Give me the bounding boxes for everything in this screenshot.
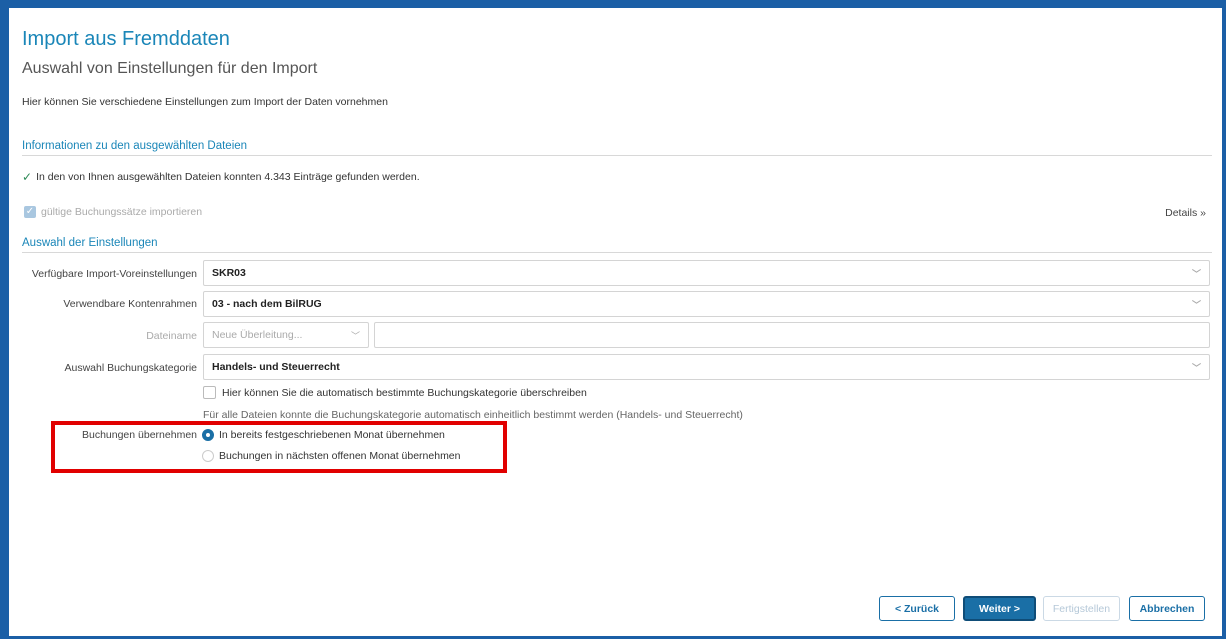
filename-input[interactable] — [374, 322, 1210, 348]
filename-value: Neue Überleitung... — [212, 329, 303, 341]
preset-label: Verfügbare Import-Voreinstellungen — [31, 268, 197, 280]
category-note: Für alle Dateien konnte die Buchungskate… — [203, 409, 743, 421]
chevron-down-icon: ﹀ — [1191, 268, 1201, 279]
filename-select[interactable]: Neue Überleitung... ﹀ — [203, 322, 369, 348]
chart-of-accounts-select[interactable]: 03 - nach dem BilRUG ﹀ — [203, 291, 1210, 317]
override-category-checkbox[interactable]: Hier können Sie die automatisch bestimmt… — [203, 386, 587, 399]
page-subtitle: Auswahl von Einstellungen für den Import — [22, 60, 318, 77]
checkbox-unchecked-icon — [203, 386, 216, 399]
settings-section-heading: Auswahl der Einstellungen — [22, 237, 1212, 253]
status-message: ✓ In den von Ihnen ausgewählten Dateien … — [22, 170, 420, 184]
chevron-down-icon: ﹀ — [1191, 362, 1201, 373]
override-label: Hier können Sie die automatisch bestimmt… — [222, 386, 587, 399]
category-label: Auswahl Buchungskategorie — [64, 362, 197, 374]
page-title: Import aus Fremddaten — [22, 28, 230, 50]
info-section-heading: Informationen zu den ausgewählten Dateie… — [22, 140, 1212, 156]
category-value: Handels- und Steuerrecht — [212, 361, 340, 373]
chevron-down-icon: ﹀ — [350, 330, 360, 341]
filename-label: Dateiname — [146, 330, 197, 342]
booking-category-select[interactable]: Handels- und Steuerrecht ﹀ — [203, 354, 1210, 380]
status-text: In den von Ihnen ausgewählten Dateien ko… — [36, 171, 420, 183]
highlight-box — [51, 421, 507, 473]
checkmark-icon: ✓ — [22, 170, 33, 184]
chart-value: 03 - nach dem BilRUG — [212, 298, 322, 310]
preset-select[interactable]: SKR03 ﹀ — [203, 260, 1210, 286]
cancel-button[interactable]: Abbrechen — [1129, 596, 1205, 621]
next-button[interactable]: Weiter > — [963, 596, 1036, 621]
details-label: Details — [1165, 207, 1198, 219]
import-valid-checkbox[interactable]: ✓ gültige Buchungssätze importieren — [24, 206, 202, 218]
details-toggle[interactable]: Details » — [1165, 207, 1206, 219]
chart-label: Verwendbare Kontenrahmen — [63, 298, 197, 310]
preset-value: SKR03 — [212, 267, 246, 279]
chevrons-down-icon: » — [1197, 207, 1206, 219]
finish-button[interactable]: Fertigstellen — [1043, 596, 1120, 621]
back-button[interactable]: < Zurück — [879, 596, 955, 621]
checkbox-checked-icon: ✓ — [24, 206, 36, 218]
chevron-down-icon: ﹀ — [1191, 299, 1201, 310]
import-valid-label: gültige Buchungssätze importieren — [41, 206, 203, 218]
page-description: Hier können Sie verschiedene Einstellung… — [22, 96, 388, 108]
